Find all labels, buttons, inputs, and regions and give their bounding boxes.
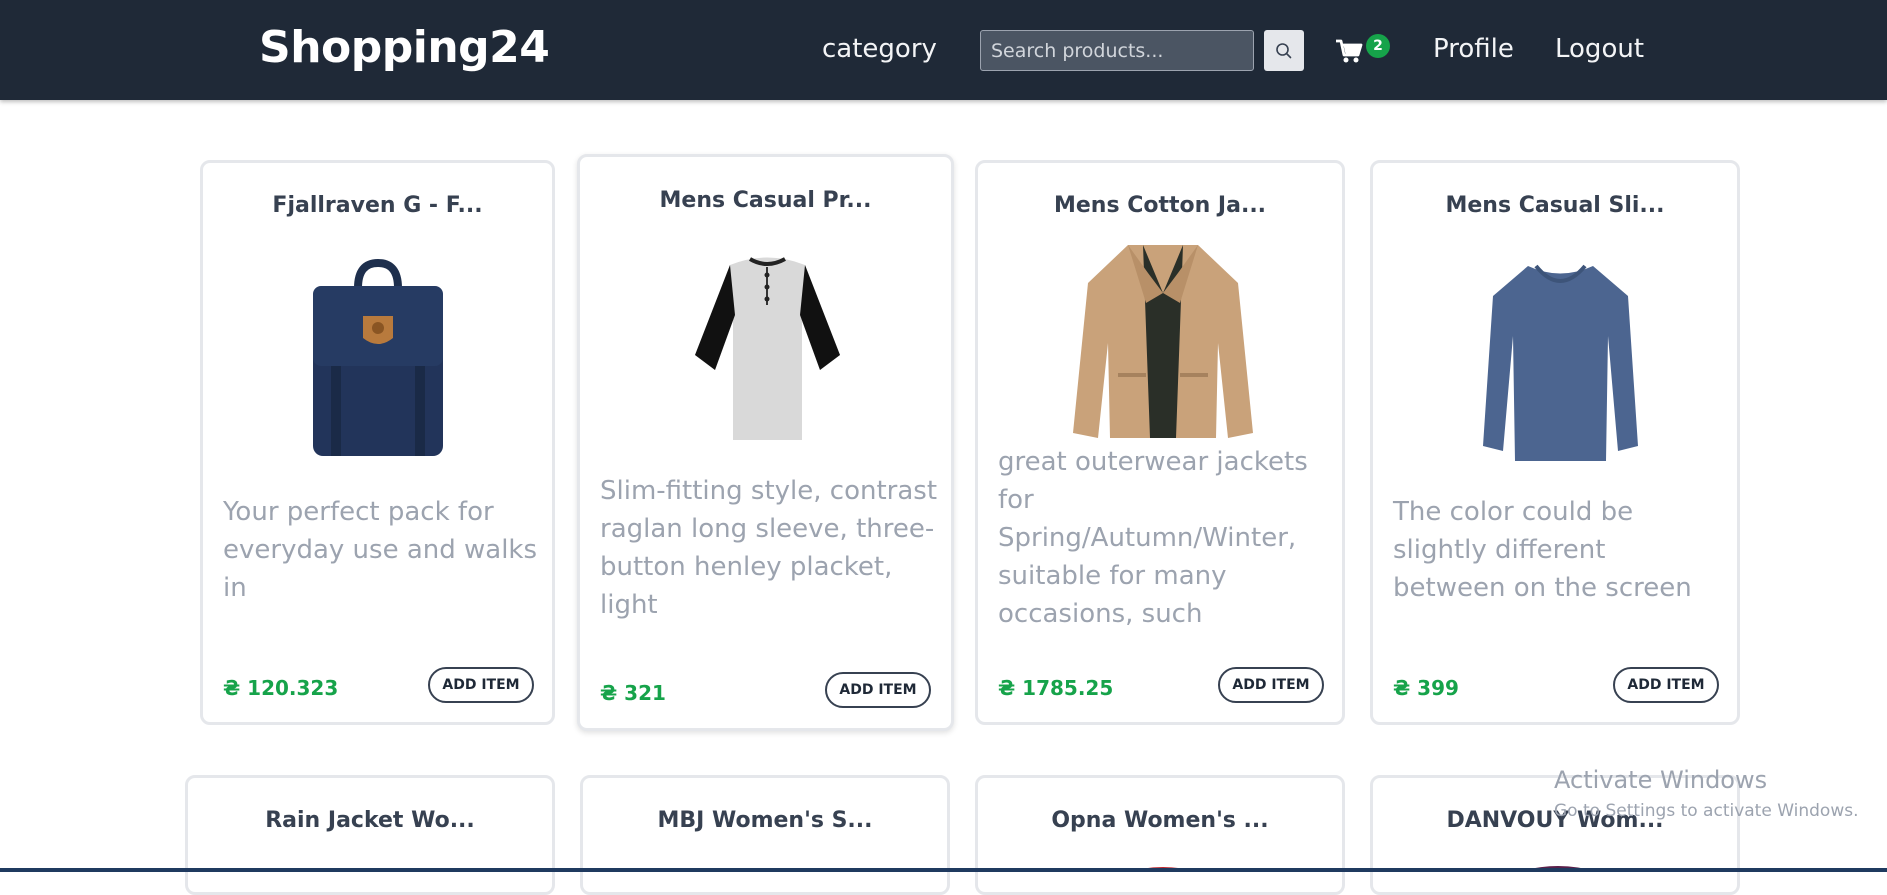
product-description: The color could be slightly different be… — [1393, 497, 1692, 603]
product-card[interactable]: Rain Jacket Wo... — [185, 775, 555, 895]
product-card[interactable]: Mens Casual Pr... Slim-fitting style, co… — [577, 154, 954, 731]
product-title: Mens Casual Sli... — [1445, 193, 1665, 218]
cart-button[interactable] — [1334, 36, 1364, 66]
product-card[interactable]: Mens Cotton Ja... great outerwear jacket… — [975, 160, 1345, 725]
windows-activation-title: Activate Windows — [1554, 766, 1768, 794]
product-title: Opna Women's ... — [1051, 808, 1269, 833]
taskbar-edge — [0, 868, 1887, 872]
product-price: ₴ 120.323 — [223, 676, 339, 700]
product-title: Fjallraven G - F... — [272, 193, 483, 218]
search-input[interactable] — [980, 30, 1254, 71]
product-card[interactable]: Opna Women's ... — [975, 775, 1345, 895]
product-image — [695, 257, 840, 440]
search-button[interactable] — [1264, 30, 1304, 71]
product-image — [1483, 264, 1638, 461]
product-title: Mens Casual Pr... — [659, 188, 872, 213]
product-description: Your perfect pack for everyday use and w… — [223, 497, 538, 603]
product-title: Mens Cotton Ja... — [1053, 193, 1267, 218]
add-item-button[interactable]: ADD ITEM — [1613, 667, 1719, 703]
product-title: Rain Jacket Wo... — [265, 808, 475, 833]
product-card[interactable]: Mens Casual Sli... The color could be sl… — [1370, 160, 1740, 725]
product-description: great outerwear jackets for Spring/Autum… — [998, 447, 1308, 629]
product-price: ₴ 1785.25 — [998, 676, 1114, 700]
product-description: Slim-fitting style, contrast raglan long… — [600, 476, 938, 620]
product-image — [313, 258, 443, 456]
search-icon — [1276, 42, 1292, 58]
product-title: MBJ Women's S... — [657, 808, 873, 833]
product-card[interactable]: Fjallraven G - F... Your perfect pack fo… — [200, 160, 555, 725]
product-price: ₴ 321 — [600, 681, 666, 705]
add-item-button[interactable]: ADD ITEM — [1218, 667, 1324, 703]
windows-activation-subtitle: Go to Settings to activate Windows. — [1554, 801, 1859, 821]
cart-icon — [1336, 39, 1363, 63]
product-price: ₴ 399 — [1393, 676, 1459, 700]
product-card[interactable]: MBJ Women's S... — [580, 775, 950, 895]
cart-count-badge: 2 — [1366, 34, 1390, 58]
add-item-button[interactable]: ADD ITEM — [825, 672, 931, 708]
nav-logout-link[interactable]: Logout — [1555, 34, 1644, 64]
navbar: Shopping24 category 2 Profile Logout — [0, 0, 1887, 100]
add-item-button[interactable]: ADD ITEM — [428, 667, 534, 703]
brand-logo[interactable]: Shopping24 — [259, 22, 550, 73]
nav-category-link[interactable]: category — [822, 34, 937, 64]
nav-profile-link[interactable]: Profile — [1433, 34, 1514, 64]
product-image — [1073, 245, 1253, 438]
